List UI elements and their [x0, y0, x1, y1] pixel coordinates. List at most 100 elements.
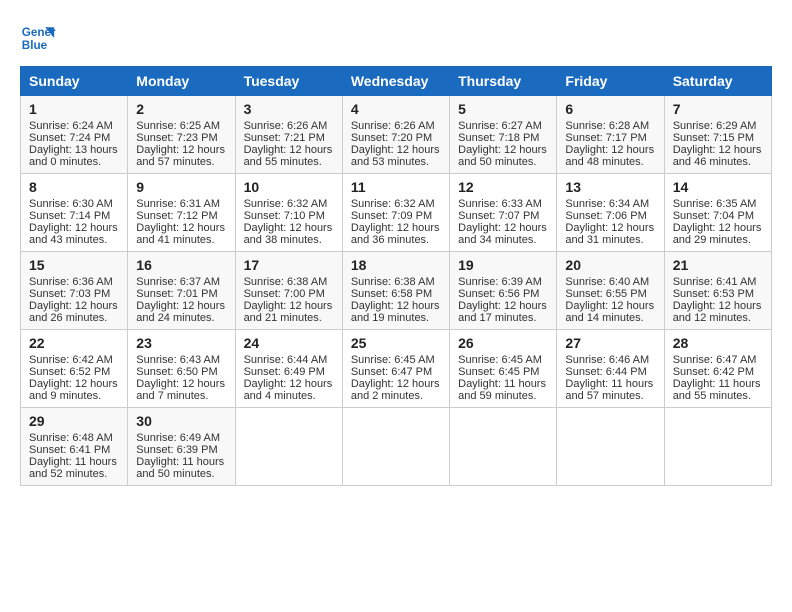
calendar-cell: 23Sunrise: 6:43 AMSunset: 6:50 PMDayligh…	[128, 330, 235, 408]
calendar-week-4: 22Sunrise: 6:42 AMSunset: 6:52 PMDayligh…	[21, 330, 772, 408]
header-saturday: Saturday	[664, 67, 771, 96]
calendar-week-1: 1Sunrise: 6:24 AMSunset: 7:24 PMDaylight…	[21, 96, 772, 174]
calendar-cell: 16Sunrise: 6:37 AMSunset: 7:01 PMDayligh…	[128, 252, 235, 330]
day-info-line: and 14 minutes.	[565, 312, 655, 324]
day-info-line: Sunset: 6:49 PM	[244, 366, 334, 378]
day-info-line: Sunset: 7:01 PM	[136, 288, 226, 300]
day-info-line: and 41 minutes.	[136, 234, 226, 246]
calendar-cell: 18Sunrise: 6:38 AMSunset: 6:58 PMDayligh…	[342, 252, 449, 330]
day-number: 13	[565, 179, 655, 195]
day-info-line: and 34 minutes.	[458, 234, 548, 246]
day-info-line: Daylight: 12 hours	[351, 300, 441, 312]
day-info-line: Sunset: 6:42 PM	[673, 366, 763, 378]
day-info-line: and 26 minutes.	[29, 312, 119, 324]
calendar-week-5: 29Sunrise: 6:48 AMSunset: 6:41 PMDayligh…	[21, 408, 772, 486]
day-info-line: and 31 minutes.	[565, 234, 655, 246]
day-info-line: Sunset: 6:41 PM	[29, 444, 119, 456]
calendar-cell: 29Sunrise: 6:48 AMSunset: 6:41 PMDayligh…	[21, 408, 128, 486]
day-info-line: Sunrise: 6:25 AM	[136, 120, 226, 132]
day-info-line: and 19 minutes.	[351, 312, 441, 324]
day-info-line: Sunrise: 6:34 AM	[565, 198, 655, 210]
day-info-line: Sunrise: 6:32 AM	[244, 198, 334, 210]
calendar-cell: 14Sunrise: 6:35 AMSunset: 7:04 PMDayligh…	[664, 174, 771, 252]
calendar-cell: 15Sunrise: 6:36 AMSunset: 7:03 PMDayligh…	[21, 252, 128, 330]
day-info-line: Sunrise: 6:32 AM	[351, 198, 441, 210]
day-info-line: Sunset: 7:14 PM	[29, 210, 119, 222]
day-info-line: Sunset: 7:15 PM	[673, 132, 763, 144]
day-number: 21	[673, 257, 763, 273]
day-info-line: Sunrise: 6:26 AM	[244, 120, 334, 132]
day-info-line: and 52 minutes.	[29, 468, 119, 480]
header-sunday: Sunday	[21, 67, 128, 96]
calendar-week-2: 8Sunrise: 6:30 AMSunset: 7:14 PMDaylight…	[21, 174, 772, 252]
day-info-line: Sunset: 7:03 PM	[29, 288, 119, 300]
day-number: 7	[673, 101, 763, 117]
day-info-line: and 46 minutes.	[673, 156, 763, 168]
calendar-cell: 20Sunrise: 6:40 AMSunset: 6:55 PMDayligh…	[557, 252, 664, 330]
day-number: 6	[565, 101, 655, 117]
day-info-line: and 24 minutes.	[136, 312, 226, 324]
day-info-line: Sunrise: 6:39 AM	[458, 276, 548, 288]
day-number: 16	[136, 257, 226, 273]
day-number: 14	[673, 179, 763, 195]
day-number: 22	[29, 335, 119, 351]
calendar-cell: 28Sunrise: 6:47 AMSunset: 6:42 PMDayligh…	[664, 330, 771, 408]
calendar-cell: 4Sunrise: 6:26 AMSunset: 7:20 PMDaylight…	[342, 96, 449, 174]
calendar-cell	[235, 408, 342, 486]
day-info-line: Sunset: 7:17 PM	[565, 132, 655, 144]
calendar-cell: 30Sunrise: 6:49 AMSunset: 6:39 PMDayligh…	[128, 408, 235, 486]
calendar-week-3: 15Sunrise: 6:36 AMSunset: 7:03 PMDayligh…	[21, 252, 772, 330]
day-info-line: Sunrise: 6:48 AM	[29, 432, 119, 444]
calendar-cell: 8Sunrise: 6:30 AMSunset: 7:14 PMDaylight…	[21, 174, 128, 252]
calendar-cell: 6Sunrise: 6:28 AMSunset: 7:17 PMDaylight…	[557, 96, 664, 174]
calendar-cell: 25Sunrise: 6:45 AMSunset: 6:47 PMDayligh…	[342, 330, 449, 408]
calendar-cell: 24Sunrise: 6:44 AMSunset: 6:49 PMDayligh…	[235, 330, 342, 408]
day-info-line: Daylight: 11 hours	[565, 378, 655, 390]
calendar-cell: 10Sunrise: 6:32 AMSunset: 7:10 PMDayligh…	[235, 174, 342, 252]
day-info-line: Sunset: 7:04 PM	[673, 210, 763, 222]
day-info-line: and 50 minutes.	[458, 156, 548, 168]
header-wednesday: Wednesday	[342, 67, 449, 96]
day-info-line: Daylight: 12 hours	[458, 222, 548, 234]
day-info-line: Sunrise: 6:37 AM	[136, 276, 226, 288]
calendar-cell: 7Sunrise: 6:29 AMSunset: 7:15 PMDaylight…	[664, 96, 771, 174]
day-info-line: and 57 minutes.	[565, 390, 655, 402]
day-info-line: Sunset: 6:55 PM	[565, 288, 655, 300]
day-info-line: Sunset: 7:00 PM	[244, 288, 334, 300]
day-info-line: Sunrise: 6:30 AM	[29, 198, 119, 210]
day-info-line: Daylight: 12 hours	[136, 144, 226, 156]
day-info-line: Sunset: 6:58 PM	[351, 288, 441, 300]
day-info-line: Daylight: 11 hours	[673, 378, 763, 390]
day-info-line: Sunrise: 6:38 AM	[351, 276, 441, 288]
calendar-cell: 12Sunrise: 6:33 AMSunset: 7:07 PMDayligh…	[450, 174, 557, 252]
day-info-line: Sunrise: 6:24 AM	[29, 120, 119, 132]
day-number: 25	[351, 335, 441, 351]
day-info-line: Daylight: 12 hours	[351, 144, 441, 156]
day-number: 30	[136, 413, 226, 429]
day-info-line: and 7 minutes.	[136, 390, 226, 402]
day-info-line: and 55 minutes.	[244, 156, 334, 168]
day-number: 26	[458, 335, 548, 351]
day-info-line: Daylight: 12 hours	[673, 300, 763, 312]
day-info-line: Sunrise: 6:26 AM	[351, 120, 441, 132]
calendar-table: SundayMondayTuesdayWednesdayThursdayFrid…	[20, 66, 772, 486]
day-info-line: Sunrise: 6:49 AM	[136, 432, 226, 444]
calendar-cell: 9Sunrise: 6:31 AMSunset: 7:12 PMDaylight…	[128, 174, 235, 252]
day-number: 20	[565, 257, 655, 273]
day-info-line: Daylight: 11 hours	[458, 378, 548, 390]
day-info-line: Sunrise: 6:31 AM	[136, 198, 226, 210]
header-friday: Friday	[557, 67, 664, 96]
day-info-line: Sunrise: 6:40 AM	[565, 276, 655, 288]
calendar-cell: 17Sunrise: 6:38 AMSunset: 7:00 PMDayligh…	[235, 252, 342, 330]
day-info-line: Sunset: 7:18 PM	[458, 132, 548, 144]
day-info-line: and 0 minutes.	[29, 156, 119, 168]
day-info-line: Sunset: 7:20 PM	[351, 132, 441, 144]
day-info-line: Sunrise: 6:27 AM	[458, 120, 548, 132]
day-number: 24	[244, 335, 334, 351]
day-info-line: Sunrise: 6:41 AM	[673, 276, 763, 288]
day-info-line: Daylight: 12 hours	[136, 222, 226, 234]
day-number: 12	[458, 179, 548, 195]
day-info-line: Sunset: 6:44 PM	[565, 366, 655, 378]
day-number: 2	[136, 101, 226, 117]
day-number: 23	[136, 335, 226, 351]
